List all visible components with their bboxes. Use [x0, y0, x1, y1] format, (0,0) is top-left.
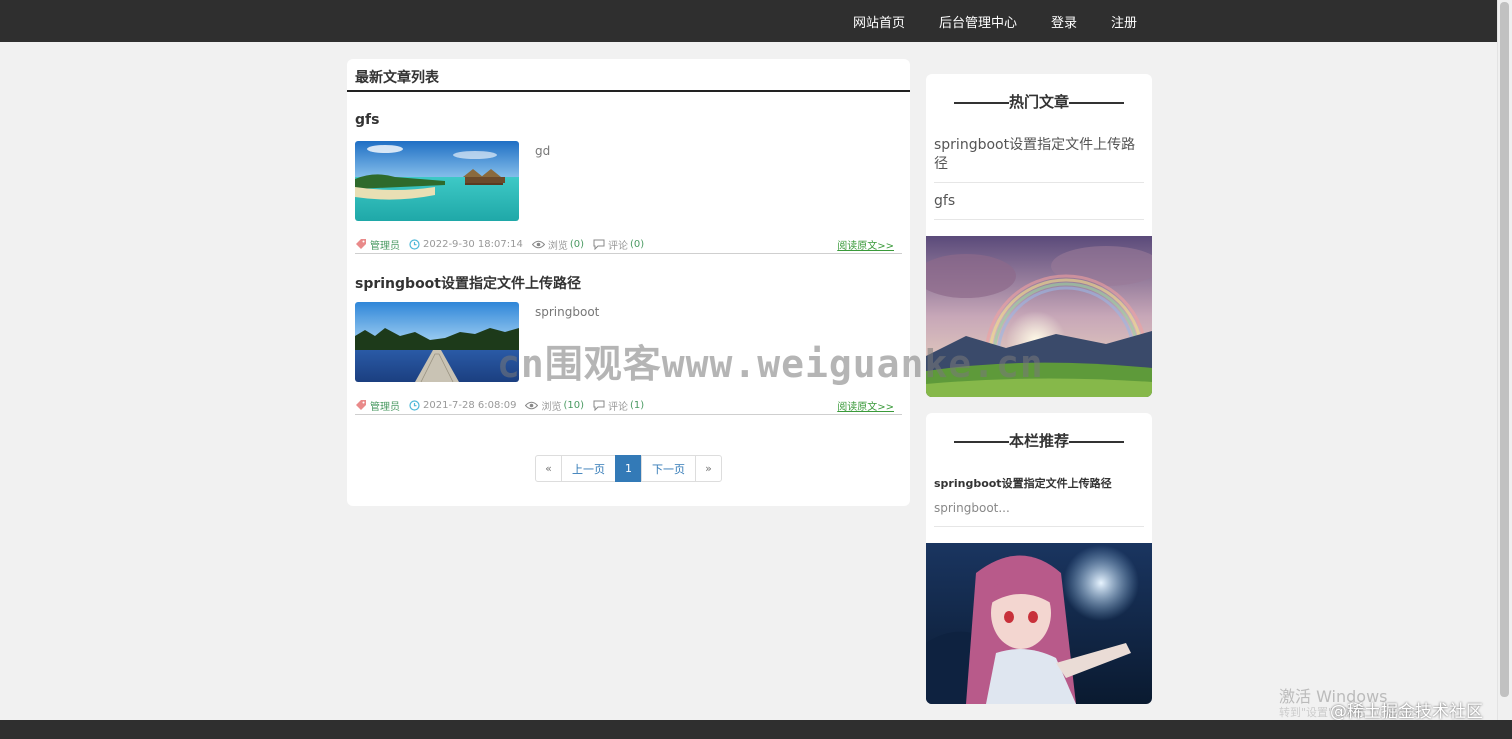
scrollbar-thumb[interactable] — [1500, 2, 1509, 697]
hot-articles-title: 热门文章 — [1008, 93, 1069, 111]
recommend-banner-image[interactable] — [926, 543, 1152, 704]
read-more-link[interactable]: 阅读原文>> — [837, 237, 894, 252]
article-title-link[interactable]: springboot设置指定文件上传路径 — [355, 273, 581, 293]
title-divider — [347, 90, 910, 92]
tag-icon — [356, 239, 366, 249]
juejin-watermark: @稀土掘金技术社区 — [1330, 702, 1483, 722]
views-label: 浏览 — [541, 402, 562, 413]
article-thumbnail[interactable] — [355, 141, 519, 221]
date-info: 2022-9-30 18:07:14 — [409, 239, 523, 250]
heading-dash-right — [1069, 440, 1124, 443]
views-info: 浏览 (10) — [525, 398, 584, 413]
author-info: 管理员 — [355, 237, 400, 252]
eye-icon — [531, 240, 545, 249]
first-page-button[interactable]: « — [535, 455, 562, 482]
comments-info: 评论 (1) — [593, 398, 644, 413]
comments-info: 评论 (0) — [593, 237, 644, 252]
hot-articles-heading: 热门文章 — [926, 91, 1152, 112]
comment-icon — [593, 239, 605, 250]
page-scrollbar[interactable] — [1497, 0, 1512, 720]
recommend-title: 本栏推荐 — [1008, 432, 1069, 450]
recommend-heading: 本栏推荐 — [926, 430, 1152, 451]
article-meta: 管理员 2021-7-28 6:08:09 浏览 (10) 评论 (1) 阅读原… — [355, 398, 902, 413]
hot-divider — [934, 219, 1144, 220]
site-watermark: cn围观客www.weiguanke.cn — [497, 342, 1044, 386]
views-info: 浏览 (0) — [531, 237, 585, 252]
article-meta: 管理员 2022-9-30 18:07:14 浏览 (0) 评论 (0) 阅读原… — [355, 237, 902, 252]
comments-label: 评论 — [608, 241, 629, 252]
article-summary: springboot — [535, 305, 600, 319]
nav-home-link[interactable]: 网站首页 — [853, 12, 905, 31]
pagination: « 上一页 1 下一页 » — [535, 455, 722, 482]
article-title-link[interactable]: gfs — [355, 112, 379, 128]
heading-dash-left — [953, 101, 1009, 104]
article-thumbnail[interactable] — [355, 302, 519, 382]
post-date: 2021-7-28 6:08:09 — [423, 400, 517, 411]
author-name: 管理员 — [370, 241, 400, 252]
comments-label: 评论 — [608, 402, 629, 413]
page-footer — [0, 720, 1512, 739]
prev-page-button[interactable]: 上一页 — [561, 455, 616, 482]
anime-girl-image — [926, 543, 1152, 704]
article-divider — [355, 253, 902, 254]
last-page-button[interactable]: » — [695, 455, 722, 482]
recommend-article-title[interactable]: springboot设置指定文件上传路径 — [934, 475, 1112, 491]
tag-icon — [356, 400, 366, 410]
nav-register-link[interactable]: 注册 — [1111, 12, 1137, 31]
article-summary: gd — [535, 144, 551, 158]
hot-article-link[interactable]: springboot设置指定文件上传路径 — [934, 136, 1144, 174]
tropical-beach-image — [355, 141, 519, 221]
views-label: 浏览 — [547, 241, 568, 252]
lake-pier-image — [355, 302, 519, 382]
eye-icon — [525, 401, 539, 410]
article-list-card: 最新文章列表 gfs gd 管理员 2022-9-30 18:07:14 浏览 … — [347, 59, 910, 506]
heading-dash-right — [1069, 101, 1124, 104]
read-more-link[interactable]: 阅读原文>> — [837, 398, 894, 413]
comments-count: (0) — [630, 239, 645, 250]
top-navbar: 网站首页 后台管理中心 登录 注册 — [0, 0, 1497, 42]
comment-icon — [593, 400, 605, 411]
hot-divider — [934, 182, 1144, 183]
recommend-divider — [934, 526, 1144, 527]
main-nav: 网站首页 后台管理中心 登录 注册 — [853, 0, 1137, 42]
clock-icon — [409, 400, 420, 411]
clock-icon — [409, 239, 420, 250]
hot-article-link[interactable]: gfs — [934, 192, 1144, 211]
date-info: 2021-7-28 6:08:09 — [409, 400, 516, 411]
nav-admin-link[interactable]: 后台管理中心 — [939, 12, 1017, 31]
author-name: 管理员 — [370, 402, 400, 413]
next-page-button[interactable]: 下一页 — [641, 455, 696, 482]
article-divider — [355, 414, 902, 415]
recommend-article-summary: springboot... — [934, 501, 1010, 515]
heading-dash-left — [953, 440, 1009, 443]
views-count: (0) — [569, 239, 585, 250]
comments-count: (1) — [630, 400, 645, 411]
current-page-button[interactable]: 1 — [615, 455, 642, 482]
post-date: 2022-9-30 18:07:14 — [423, 239, 523, 250]
author-info: 管理员 — [355, 398, 400, 413]
recommend-card: 本栏推荐 springboot设置指定文件上传路径 springboot... — [926, 413, 1152, 704]
article-list-title: 最新文章列表 — [355, 70, 439, 86]
nav-login-link[interactable]: 登录 — [1051, 12, 1077, 31]
views-count: (10) — [563, 400, 585, 411]
